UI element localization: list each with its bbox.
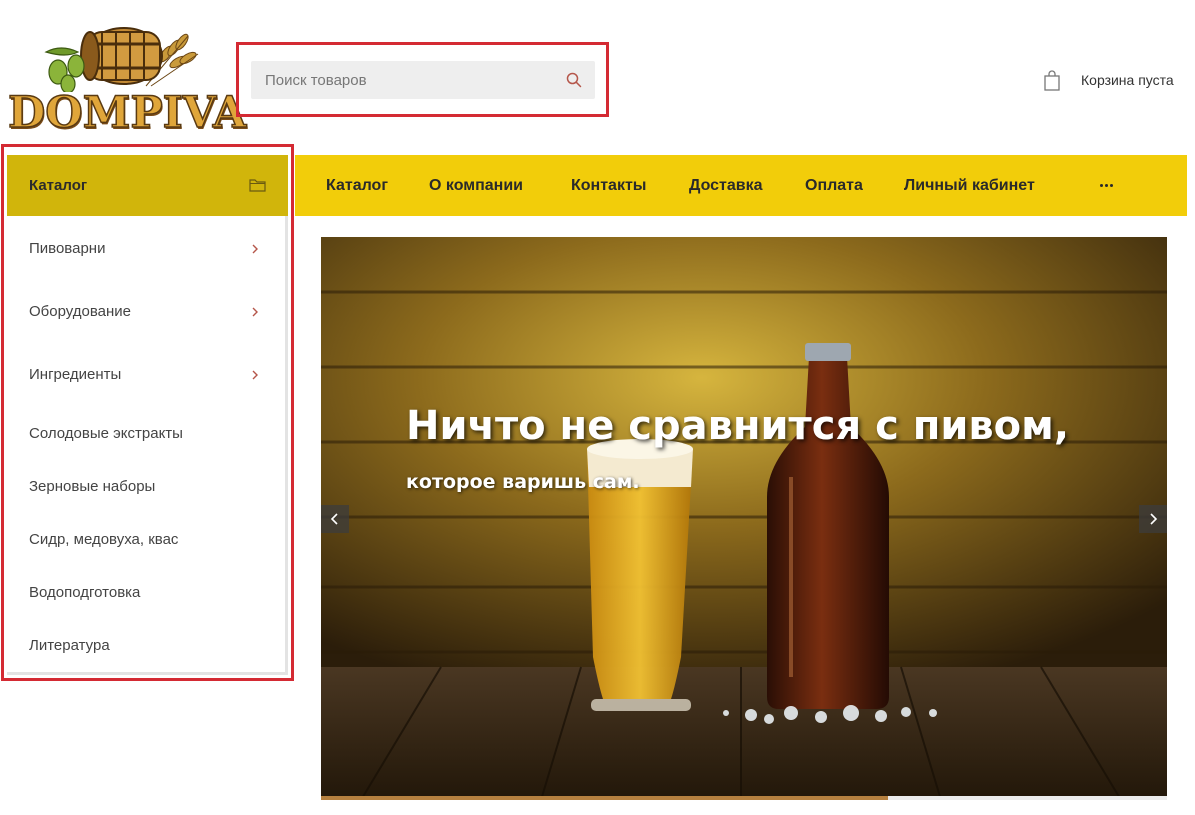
- nav-item-payment[interactable]: Оплата: [805, 155, 863, 216]
- slider-progress-track: [321, 796, 1167, 800]
- cart-status: Корзина пуста: [1081, 72, 1174, 88]
- slide-title: Ничто не сравнится с пивом,: [406, 403, 1070, 449]
- catalog-item-label: Водоподготовка: [29, 584, 141, 601]
- logo-text: DOMPIVA: [7, 87, 247, 139]
- catalog-item-ingredients[interactable]: Ингредиенты: [7, 355, 288, 395]
- slider-next-button[interactable]: [1139, 505, 1167, 533]
- catalog-item-cider-mead-kvass[interactable]: Сидр, медовуха, квас: [7, 520, 288, 560]
- folder-icon: [249, 179, 266, 192]
- catalog-item-breweries[interactable]: Пивоварни: [7, 229, 288, 269]
- catalog-item-label: Ингредиенты: [29, 366, 122, 383]
- catalog-item-literature[interactable]: Литература: [7, 626, 288, 666]
- nav-item-catalog[interactable]: Каталог: [326, 155, 388, 216]
- cart-link[interactable]: Корзина пуста: [1043, 68, 1174, 92]
- catalog-title: Каталог: [29, 177, 88, 194]
- catalog-item-label: Пивоварни: [29, 240, 106, 257]
- nav-item-contacts[interactable]: Контакты: [571, 155, 646, 216]
- slide-image: [321, 237, 1167, 800]
- slider-prev-button[interactable]: [321, 505, 349, 533]
- nav-item-account[interactable]: Личный кабинет: [904, 155, 1035, 216]
- search-input[interactable]: [251, 61, 551, 99]
- catalog-item-grain-kits[interactable]: Зерновые наборы: [7, 467, 288, 507]
- catalog-item-label: Солодовые экстракты: [29, 425, 183, 442]
- catalog-header[interactable]: Каталог: [7, 155, 288, 216]
- nav-item-delivery[interactable]: Доставка: [689, 155, 763, 216]
- catalog-item-water-treatment[interactable]: Водоподготовка: [7, 573, 288, 613]
- chevron-right-icon: [252, 244, 258, 254]
- shopping-bag-icon: [1044, 70, 1060, 91]
- slider-progress-fill: [321, 796, 888, 800]
- logo-barrel-icon: [44, 27, 199, 92]
- chevron-right-icon: [252, 307, 258, 317]
- catalog-item-label: Сидр, медовуха, квас: [29, 531, 179, 548]
- main-nav: Каталог О компании Контакты Доставка Опл…: [295, 155, 1187, 216]
- chevron-left-icon: [330, 513, 338, 525]
- chevron-right-icon: [1150, 513, 1158, 525]
- catalog-item-malt-extracts[interactable]: Солодовые экстракты: [7, 414, 288, 454]
- catalog-item-equipment[interactable]: Оборудование: [7, 292, 288, 332]
- nav-item-about[interactable]: О компании: [429, 155, 523, 216]
- slide-subtitle: которое варишь сам.: [406, 471, 640, 493]
- catalog-item-label: Литература: [29, 637, 110, 654]
- search-bar: [251, 61, 595, 99]
- catalog-item-label: Оборудование: [29, 303, 132, 320]
- more-dots-icon[interactable]: [1100, 179, 1114, 191]
- site-logo[interactable]: DOMPIVA: [6, 22, 247, 139]
- chevron-right-icon: [252, 370, 258, 380]
- catalog-sidebar: Каталог Пивоварни Оборудование Ингредиен…: [7, 155, 288, 675]
- hero-slider: Ничто не сравнится с пивом, которое вари…: [321, 237, 1167, 800]
- catalog-item-label: Зерновые наборы: [29, 478, 156, 495]
- search-icon[interactable]: [565, 71, 583, 89]
